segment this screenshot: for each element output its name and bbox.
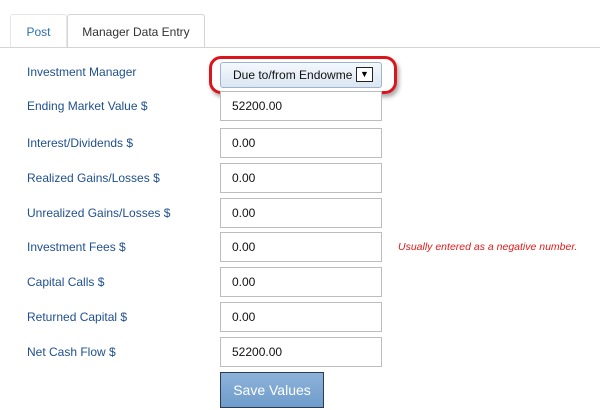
ending-market-value-input[interactable] [220, 91, 382, 121]
tab-bar: Post Manager Data Entry [0, 0, 600, 48]
unrealized-gains-input[interactable] [220, 198, 382, 228]
tab-post[interactable]: Post [10, 14, 67, 48]
net-cash-flow-row: Net Cash Flow $ [0, 335, 600, 369]
tab-manager-data-entry[interactable]: Manager Data Entry [67, 14, 205, 48]
interest-dividends-row: Interest/Dividends $ [0, 126, 600, 160]
net-cash-flow-label: Net Cash Flow $ [27, 345, 116, 359]
realized-gains-input[interactable] [220, 163, 382, 193]
investment-fees-hint: Usually entered as a negative number. [398, 241, 578, 253]
investment-fees-label: Investment Fees $ [27, 240, 126, 254]
chevron-down-icon[interactable]: ▼ [356, 67, 373, 82]
unrealized-gains-row: Unrealized Gains/Losses $ [0, 196, 600, 230]
save-values-button[interactable]: Save Values [220, 372, 324, 408]
unrealized-gains-label: Unrealized Gains/Losses $ [27, 206, 171, 220]
ending-market-value-row: Ending Market Value $ [0, 89, 600, 123]
realized-gains-row: Realized Gains/Losses $ [0, 161, 600, 195]
investment-manager-selected-value: Due to/from Endowme [233, 68, 353, 82]
capital-calls-label: Capital Calls $ [27, 275, 105, 289]
investment-fees-row: Investment Fees $ Usually entered as a n… [0, 230, 600, 264]
investment-manager-select[interactable]: Due to/from Endowme ▼ [220, 62, 382, 88]
tab-divider [0, 47, 600, 48]
capital-calls-row: Capital Calls $ [0, 265, 600, 299]
investment-fees-input[interactable] [220, 232, 382, 262]
interest-dividends-input[interactable] [220, 128, 382, 158]
realized-gains-label: Realized Gains/Losses $ [27, 171, 160, 185]
returned-capital-row: Returned Capital $ [0, 300, 600, 334]
interest-dividends-label: Interest/Dividends $ [27, 136, 134, 150]
returned-capital-input[interactable] [220, 302, 382, 332]
net-cash-flow-input[interactable] [220, 337, 382, 367]
ending-market-value-label: Ending Market Value $ [27, 99, 148, 113]
returned-capital-label: Returned Capital $ [27, 310, 128, 324]
capital-calls-input[interactable] [220, 267, 382, 297]
investment-manager-label: Investment Manager [27, 65, 137, 79]
